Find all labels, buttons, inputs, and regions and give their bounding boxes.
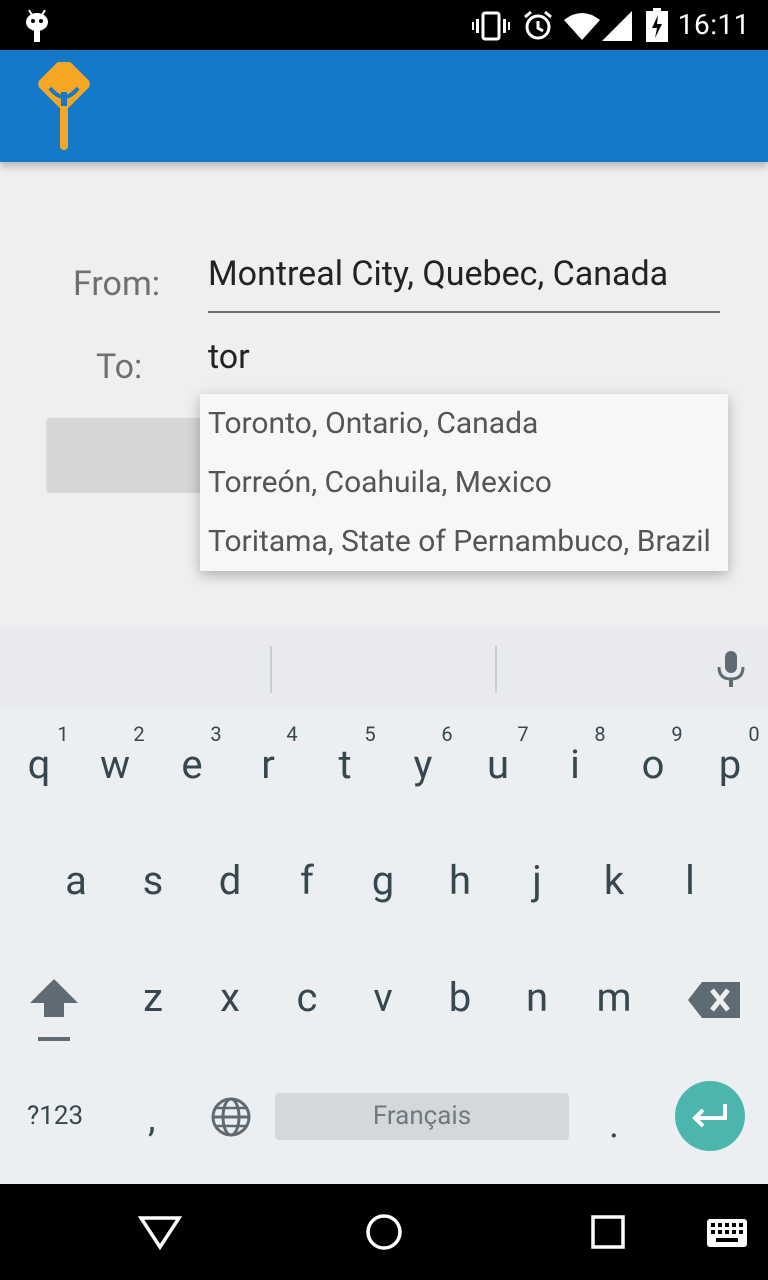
enter-icon bbox=[691, 1102, 731, 1134]
from-label: From: bbox=[73, 264, 160, 304]
alarm-icon bbox=[522, 10, 554, 46]
period-key[interactable]: . bbox=[609, 1103, 619, 1147]
battery-charging-icon bbox=[646, 8, 668, 46]
key-z[interactable]: z bbox=[123, 974, 183, 1021]
key-w[interactable]: w bbox=[85, 741, 145, 788]
status-time: 16:11 bbox=[677, 8, 750, 41]
space-bar-label: Français bbox=[372, 1101, 472, 1131]
globe-icon[interactable] bbox=[210, 1096, 252, 1142]
from-input[interactable]: Montreal City, Quebec, Canada bbox=[208, 254, 668, 294]
key-b[interactable]: b bbox=[430, 974, 490, 1021]
key-h[interactable]: h bbox=[430, 857, 490, 904]
cell-signal-icon bbox=[602, 11, 632, 45]
navigation-bar bbox=[0, 1184, 768, 1280]
vibrate-icon bbox=[472, 11, 510, 45]
key-i[interactable]: i bbox=[545, 741, 605, 788]
key-p[interactable]: p bbox=[700, 741, 760, 788]
key-v[interactable]: v bbox=[353, 974, 413, 1021]
app-logo-icon bbox=[30, 58, 98, 156]
key-m[interactable]: m bbox=[584, 974, 644, 1021]
from-input-underline bbox=[208, 311, 720, 313]
android-debug-icon bbox=[24, 8, 50, 46]
key-o[interactable]: o bbox=[623, 741, 683, 788]
comma-key[interactable]: , bbox=[148, 1097, 155, 1141]
key-s[interactable]: s bbox=[123, 857, 183, 904]
key-q[interactable]: q bbox=[9, 741, 69, 788]
status-bar: 16:11 bbox=[0, 0, 768, 50]
key-f[interactable]: f bbox=[277, 857, 337, 904]
key-n[interactable]: n bbox=[507, 974, 567, 1021]
strip-divider bbox=[495, 646, 497, 693]
keyboard: 1 2 3 4 5 6 7 8 9 0 q w e r t y u i o p … bbox=[0, 627, 768, 1184]
to-label: To: bbox=[96, 347, 143, 387]
key-c[interactable]: c bbox=[277, 974, 337, 1021]
key-t[interactable]: t bbox=[315, 741, 375, 788]
autocomplete-dropdown: Toronto, Ontario, Canada Torreón, Coahui… bbox=[200, 394, 728, 571]
enter-key[interactable] bbox=[675, 1081, 745, 1151]
space-bar[interactable]: Français bbox=[275, 1093, 569, 1140]
shift-key-icon[interactable] bbox=[28, 977, 80, 1047]
microphone-icon[interactable] bbox=[716, 649, 746, 693]
wifi-icon bbox=[564, 12, 600, 44]
key-a[interactable]: a bbox=[46, 857, 106, 904]
suggestion-item[interactable]: Torreón, Coahuila, Mexico bbox=[208, 465, 718, 500]
keyboard-suggestion-strip bbox=[0, 627, 768, 709]
suggestion-item[interactable]: Toronto, Ontario, Canada bbox=[208, 406, 718, 441]
key-x[interactable]: x bbox=[200, 974, 260, 1021]
key-l[interactable]: l bbox=[660, 857, 720, 904]
back-icon[interactable] bbox=[137, 1214, 183, 1254]
backspace-icon[interactable] bbox=[688, 982, 740, 1022]
key-y[interactable]: y bbox=[393, 741, 453, 788]
to-input[interactable]: tor bbox=[208, 337, 250, 377]
key-e[interactable]: e bbox=[162, 741, 222, 788]
key-g[interactable]: g bbox=[353, 857, 413, 904]
key-j[interactable]: j bbox=[507, 857, 567, 904]
key-d[interactable]: d bbox=[200, 857, 260, 904]
key-u[interactable]: u bbox=[468, 741, 528, 788]
suggestion-item[interactable]: Toritama, State of Pernambuco, Brazil bbox=[208, 524, 718, 559]
home-icon[interactable] bbox=[365, 1213, 403, 1255]
recents-icon[interactable] bbox=[591, 1215, 625, 1253]
symbols-key[interactable]: ?123 bbox=[27, 1101, 83, 1131]
app-bar bbox=[0, 50, 768, 162]
strip-divider bbox=[270, 646, 272, 693]
key-r[interactable]: r bbox=[238, 741, 298, 788]
key-k[interactable]: k bbox=[584, 857, 644, 904]
keyboard-switch-icon[interactable] bbox=[706, 1218, 748, 1252]
